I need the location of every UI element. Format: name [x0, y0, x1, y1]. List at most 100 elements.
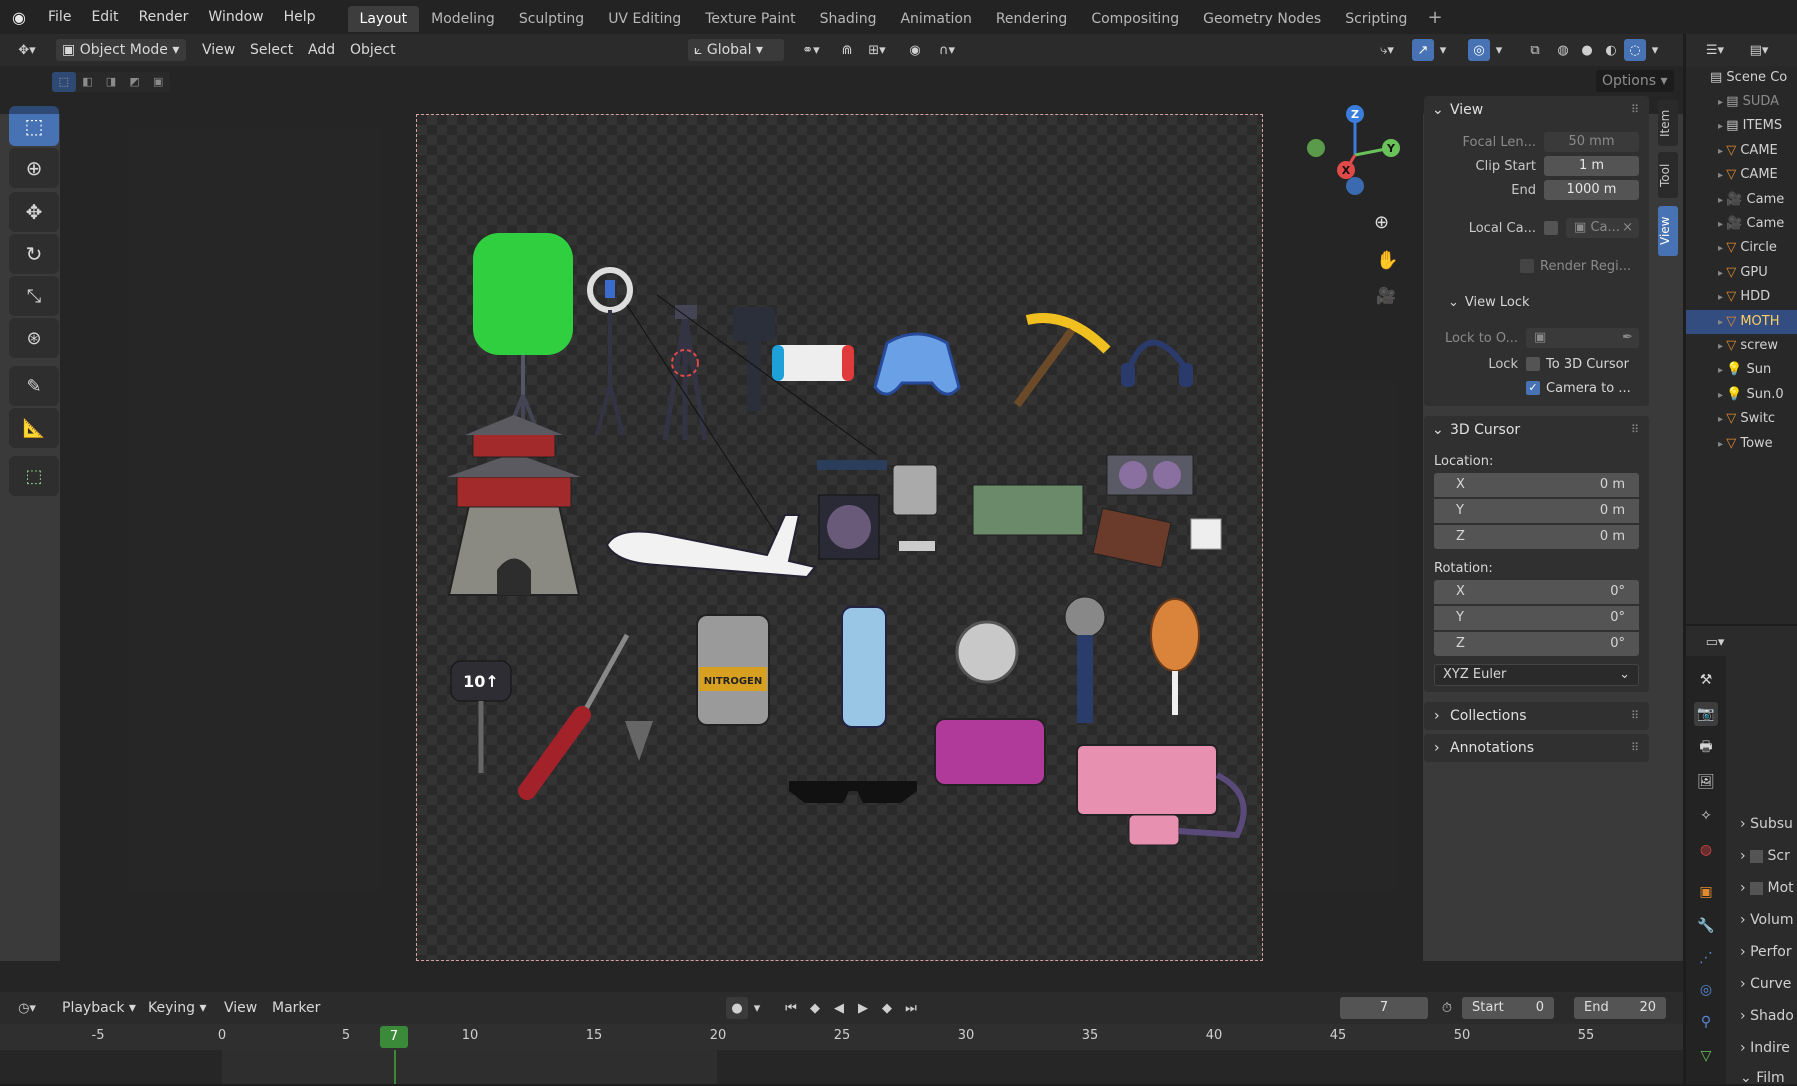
view-panel-header[interactable]: ⌄ View ⠿ [1424, 96, 1649, 124]
tab-texture-paint[interactable]: Texture Paint [693, 6, 807, 32]
tab-scripting[interactable]: Scripting [1333, 6, 1419, 32]
tool-move[interactable]: ✥ [9, 192, 59, 232]
eyedropper-icon[interactable]: ✒ [1622, 328, 1633, 348]
shadows-section[interactable]: › Shado [1740, 1008, 1794, 1024]
shading-dropdown-icon[interactable]: ▾ [1648, 39, 1662, 61]
expand-icon[interactable]: ▸ [1718, 243, 1726, 254]
subsurface-section[interactable]: › Subsu [1740, 816, 1793, 832]
drag-handle-icon[interactable]: ⠿ [1631, 96, 1639, 124]
drag-handle-icon[interactable]: ⠿ [1631, 416, 1639, 444]
menu-render[interactable]: Render [129, 0, 199, 34]
timeline-editor-icon[interactable]: ◷▾ [10, 997, 44, 1019]
timeline-body[interactable] [0, 1050, 1683, 1084]
scene-tab-icon[interactable]: ✧ [1694, 804, 1718, 828]
overlays-dropdown-icon[interactable]: ▾ [1492, 39, 1506, 61]
performance-section[interactable]: › Perfor [1740, 944, 1792, 960]
focal-length-field[interactable]: 50 mm [1544, 132, 1639, 152]
gizmo-toggle-icon[interactable]: ↗ [1412, 39, 1434, 61]
add-workspace-icon[interactable]: + [1419, 7, 1450, 28]
curves-section[interactable]: › Curve [1740, 976, 1791, 992]
tool-tab-icon[interactable]: ⚒ [1694, 668, 1718, 692]
tool-transform[interactable]: ⊛ [9, 318, 59, 358]
view-object-types-icon[interactable]: ⤷▾ [1370, 39, 1404, 61]
tool-add-cube[interactable]: ⬚ [9, 456, 59, 496]
pan-hand-icon[interactable]: ✋ [1376, 250, 1398, 271]
particles-tab-icon[interactable]: ⋰ [1694, 946, 1718, 970]
tab-modeling[interactable]: Modeling [419, 6, 507, 32]
transform-orientation-dropdown[interactable]: ⟀ Global ▾ [688, 39, 784, 61]
local-camera-checkbox[interactable] [1544, 221, 1558, 235]
material-shading-icon[interactable]: ◐ [1600, 39, 1622, 61]
wireframe-shading-icon[interactable]: ◍ [1552, 39, 1574, 61]
section-checkbox[interactable] [1750, 881, 1764, 895]
cursor-location-y[interactable]: Y0 m [1434, 499, 1639, 523]
menu-add[interactable]: Add [302, 39, 341, 61]
clip-start-field[interactable]: 1 m [1544, 156, 1639, 176]
outliner-item[interactable]: ▸ ▤ SUDA [1686, 90, 1797, 114]
mode-dropdown[interactable]: ▣ Object Mode ▾ [56, 39, 186, 61]
tab-tool[interactable]: Tool [1658, 152, 1678, 198]
keying-dropdown[interactable]: Keying ▾ [142, 997, 213, 1019]
expand-icon[interactable]: ▸ [1718, 439, 1726, 450]
expand-icon[interactable]: ▸ [1718, 97, 1726, 108]
tab-rendering[interactable]: Rendering [984, 6, 1080, 32]
3d-cursor-panel-header[interactable]: ⌄ 3D Cursor ⠿ [1424, 416, 1649, 444]
world-tab-icon[interactable]: ◍ [1694, 838, 1718, 862]
physics-tab-icon[interactable]: ◎ [1694, 978, 1718, 1002]
proportional-edit-icon[interactable]: ◉ [904, 39, 926, 61]
cursor-rotation-x[interactable]: X 0° [1434, 580, 1639, 604]
menu-select[interactable]: Select [244, 39, 299, 61]
camera-to-view-checkbox[interactable]: ✓ [1526, 381, 1540, 395]
playhead[interactable]: 7 [380, 1026, 408, 1048]
tab-item[interactable]: Item [1658, 100, 1678, 146]
outliner[interactable]: ☰▾ ▤▾ ▤ Scene Co ▸ ▤ SUDA ▸ ▤ ITEMS ▸ ▽ CA… [1686, 34, 1797, 624]
playback-dropdown[interactable]: Playback ▾ [56, 997, 142, 1019]
outliner-item[interactable]: ▸ ▽ Switc [1686, 407, 1797, 431]
view-lock-subheader[interactable]: ⌄ View Lock [1434, 290, 1639, 314]
data-tab-icon[interactable]: ▽ [1694, 1044, 1718, 1068]
outliner-item[interactable]: ▸ ▽ GPU [1686, 261, 1797, 285]
outliner-item[interactable]: ▸ 🎥 Came [1686, 212, 1797, 236]
prev-keyframe-icon[interactable]: ◆ [804, 997, 826, 1019]
properties-editor-icon[interactable]: ▭▾ [1698, 631, 1732, 653]
record-icon[interactable]: ● [726, 997, 748, 1019]
cursor-rotation-y[interactable]: Y 0° [1434, 606, 1639, 630]
menu-help[interactable]: Help [274, 0, 326, 34]
menu-object[interactable]: Object [344, 39, 402, 61]
outliner-item[interactable]: ▸ 🎥 Came [1686, 188, 1797, 212]
rotation-mode-dropdown[interactable]: XYZ Euler ⌄ [1434, 664, 1639, 686]
expand-icon[interactable]: ▸ [1718, 390, 1726, 401]
tab-uv-editing[interactable]: UV Editing [596, 6, 693, 32]
view-layer-tab-icon[interactable]: 🖼 [1694, 770, 1718, 794]
outliner-item[interactable]: ▸ ▽ Circle [1686, 236, 1797, 260]
to-3d-cursor-checkbox[interactable] [1526, 357, 1540, 371]
expand-icon[interactable]: ▸ [1718, 341, 1726, 352]
scene-collection-row[interactable]: ▤ Scene Co [1686, 66, 1797, 90]
outliner-item[interactable]: ▸ ▽ CAME [1686, 139, 1797, 163]
render-tab-icon[interactable]: 📷 [1694, 702, 1718, 726]
tab-geometry-nodes[interactable]: Geometry Nodes [1191, 6, 1333, 32]
expand-icon[interactable]: ▸ [1718, 146, 1726, 157]
tab-layout[interactable]: Layout [347, 6, 420, 32]
object-tab-icon[interactable]: ▣ [1694, 880, 1718, 904]
outliner-item[interactable]: ▸ ▤ ITEMS [1686, 114, 1797, 138]
expand-icon[interactable]: ▸ [1718, 317, 1726, 328]
render-region-checkbox[interactable] [1520, 259, 1534, 273]
menu-edit[interactable]: Edit [81, 0, 128, 34]
solid-shading-icon[interactable]: ● [1576, 39, 1598, 61]
rendered-shading-icon[interactable]: ◌ [1624, 39, 1646, 61]
properties-editor[interactable]: ▭▾ ⚒ 📷 🖶 🖼 ✧ ◍ ▣ 🔧 ⋰ ◎ ⚲ ▽ › Subsu › Scr… [1686, 626, 1797, 1086]
expand-icon[interactable]: ▸ [1718, 292, 1726, 303]
start-frame-field[interactable]: Start 0 [1462, 997, 1554, 1019]
marker-menu[interactable]: Marker [266, 997, 326, 1019]
volumetrics-section[interactable]: › Volum [1740, 912, 1794, 928]
outliner-item[interactable]: ▸ ▽ screw [1686, 334, 1797, 358]
indirect-lighting-section[interactable]: › Indire [1740, 1040, 1790, 1056]
gizmo-dropdown-icon[interactable]: ▾ [1436, 39, 1450, 61]
pivot-icon[interactable]: ⚭▾ [794, 39, 828, 61]
tab-view[interactable]: View [1658, 206, 1678, 256]
section-checkbox[interactable] [1750, 849, 1764, 863]
expand-icon[interactable]: ▸ [1718, 219, 1726, 230]
output-tab-icon[interactable]: 🖶 [1694, 736, 1718, 760]
timeline-ruler[interactable]: -5 0 5 10 15 20 25 30 35 40 45 50 55 7 [0, 1024, 1683, 1050]
